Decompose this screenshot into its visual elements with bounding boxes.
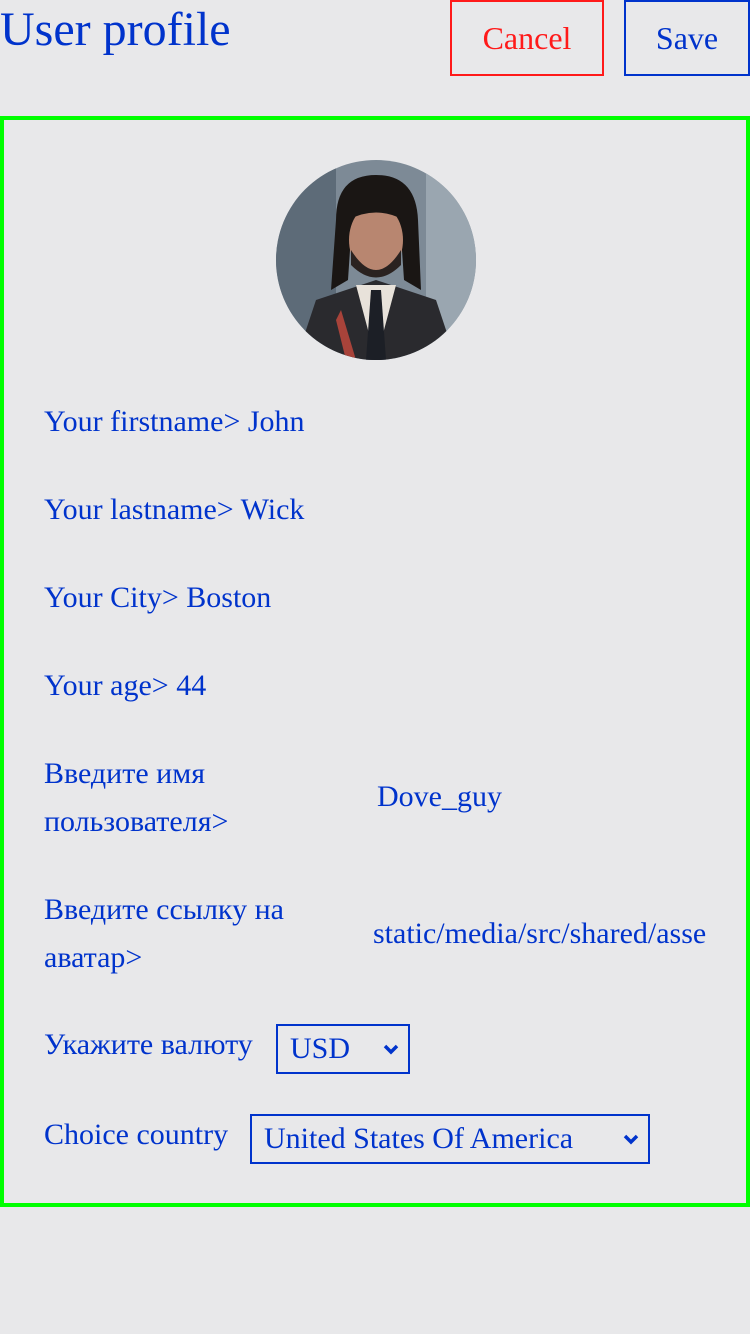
firstname-label: Your firstname> [44, 405, 241, 438]
avatar-link-label-line2: аватар> [44, 941, 143, 974]
save-button[interactable]: Save [624, 0, 750, 76]
city-label: Your City> [44, 581, 179, 614]
age-value[interactable]: 44 [176, 669, 206, 702]
city-field[interactable]: Your City> Boston [44, 574, 271, 622]
country-selected: United States Of America [264, 1122, 574, 1155]
username-label: Введите имя пользователя> [44, 750, 228, 846]
page-title: User profile [0, 3, 231, 56]
avatar-link-input[interactable]: static/media/src/shared/assets [373, 910, 706, 958]
age-label: Your age> [44, 669, 169, 702]
firstname-value[interactable]: John [248, 405, 305, 438]
lastname-field[interactable]: Your lastname> Wick [44, 486, 304, 534]
chevron-down-icon [623, 1134, 639, 1145]
country-select[interactable]: United States Of America [250, 1114, 650, 1164]
lastname-value[interactable]: Wick [241, 493, 305, 526]
avatar [276, 160, 476, 360]
lastname-label: Your lastname> [44, 493, 234, 526]
age-field[interactable]: Your age> 44 [44, 662, 206, 710]
city-value[interactable]: Boston [186, 581, 271, 614]
country-label: Choice country [44, 1118, 229, 1151]
cancel-button[interactable]: Cancel [450, 0, 604, 76]
currency-label: Укажите валюту [44, 1028, 253, 1061]
chevron-down-icon [383, 1044, 399, 1055]
currency-select[interactable]: USD [276, 1024, 410, 1074]
currency-selected: USD [290, 1032, 351, 1065]
username-label-line1: Введите имя [44, 757, 206, 790]
firstname-field[interactable]: Your firstname> John [44, 398, 305, 446]
avatar-link-label-line1: Введите ссылку на [44, 893, 284, 926]
avatar-link-label: Введите ссылку на аватар> [44, 886, 284, 982]
username-input[interactable]: Dove_guy [377, 773, 502, 821]
username-label-line2: пользователя> [44, 805, 229, 838]
